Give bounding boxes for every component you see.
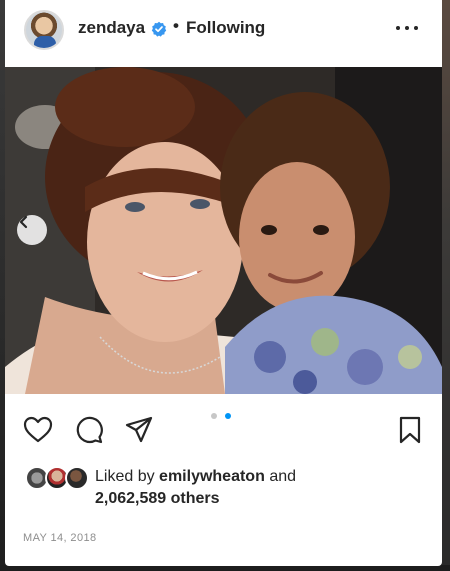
post-photo[interactable]: [5, 67, 442, 394]
heart-icon[interactable]: [23, 415, 53, 445]
share-icon[interactable]: [124, 415, 154, 445]
previous-photo-button[interactable]: [17, 215, 47, 245]
chevron-left-icon: [19, 215, 28, 229]
likes-summary: Liked by emilywheaton and: [95, 468, 296, 486]
carousel-dot-2: [225, 413, 231, 419]
post-card: zendaya • Following Liked by emilywheato…: [5, 0, 442, 566]
avatar[interactable]: [24, 10, 64, 50]
carousel-dot-1: [211, 413, 217, 419]
liker-avatars[interactable]: [25, 466, 95, 492]
verified-badge-icon: [151, 21, 167, 37]
likes-prefix: Liked by: [95, 468, 155, 485]
following-button[interactable]: Following: [186, 18, 265, 38]
more-options-icon[interactable]: [396, 20, 418, 36]
comment-icon[interactable]: [74, 415, 104, 445]
post-header: zendaya • Following: [5, 0, 442, 64]
carousel-indicator: [211, 413, 241, 421]
photo-illustration: [5, 67, 442, 394]
liker-avatar-3: [65, 466, 89, 490]
backdrop-right: [442, 0, 450, 571]
post-date[interactable]: MAY 14, 2018: [23, 532, 97, 544]
bookmark-icon[interactable]: [395, 415, 425, 445]
likes-conjunction: and: [269, 468, 297, 485]
username-link[interactable]: zendaya: [78, 18, 145, 38]
likes-others-link[interactable]: 2,062,589 others: [95, 490, 220, 508]
separator-dot: •: [173, 16, 179, 35]
liker-username-link[interactable]: emilywheaton: [159, 468, 265, 485]
